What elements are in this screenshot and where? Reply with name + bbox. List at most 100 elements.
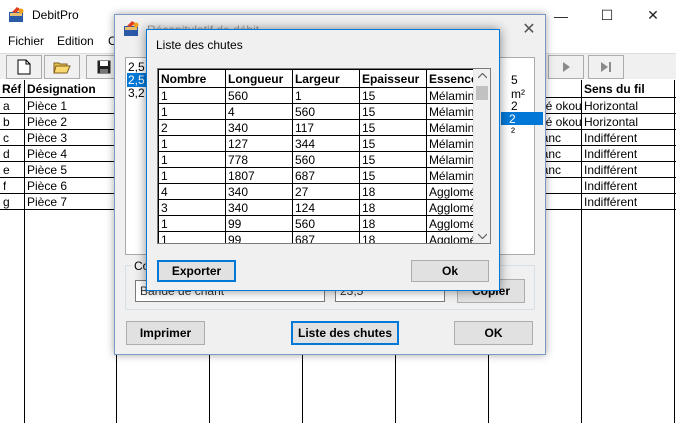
table-row[interactable]: 2 340 117 15 Mélaminé bbox=[158, 119, 490, 136]
table-cell: 1 bbox=[291, 87, 360, 104]
grid-cell-designation[interactable]: Pièce 4 bbox=[27, 147, 67, 161]
table-row[interactable]: 1 127 344 15 Mélaminé bbox=[158, 135, 490, 152]
table-cell: 124 bbox=[291, 199, 360, 216]
table-cell: 15 bbox=[358, 103, 427, 120]
table-cell: 2 bbox=[158, 119, 226, 136]
scroll-up-icon[interactable] bbox=[478, 73, 487, 79]
grid-cell-sens[interactable]: Indifférent bbox=[584, 195, 637, 209]
grid-divider bbox=[209, 355, 210, 423]
table-row[interactable]: 1 560 1 15 Mélaminé bbox=[158, 87, 490, 104]
table-cell: 27 bbox=[291, 183, 360, 200]
menu-fichier[interactable]: Fichier bbox=[8, 34, 44, 48]
grid-cell-sens[interactable]: Indifférent bbox=[584, 147, 637, 161]
grid-cell-designation[interactable]: Pièce 6 bbox=[27, 179, 67, 193]
grid-divider bbox=[581, 80, 582, 423]
grid-cell-ref[interactable]: d bbox=[3, 147, 10, 161]
maximize-button[interactable]: ☐ bbox=[584, 0, 630, 31]
table-cell: 18 bbox=[358, 183, 427, 200]
recap-fragment-selected: 2 bbox=[501, 112, 543, 126]
header-ref: Réf bbox=[2, 82, 22, 96]
table-cell: 18 bbox=[358, 199, 427, 216]
table-cell: 15 bbox=[358, 167, 427, 184]
table-cell: 1807 bbox=[224, 167, 293, 184]
grid-cell-designation[interactable]: Pièce 5 bbox=[27, 163, 67, 177]
grid-cell-sens[interactable]: Horizontal bbox=[584, 99, 638, 113]
scroll-down-icon[interactable] bbox=[478, 233, 487, 239]
header-sens-du-fil: Sens du fil bbox=[584, 82, 645, 96]
menu-edition[interactable]: Edition bbox=[57, 34, 94, 48]
chutes-ok-button[interactable]: Ok bbox=[411, 260, 489, 282]
table-row[interactable]: 1 778 560 15 Mélaminé bbox=[158, 151, 490, 168]
app-title: DebitPro bbox=[32, 8, 79, 22]
column-header[interactable]: Nombre bbox=[158, 69, 226, 88]
grid-cell-ref[interactable]: e bbox=[3, 163, 10, 177]
table-cell: 1 bbox=[158, 103, 226, 120]
table-row[interactable]: 4 340 27 18 Aggloméré bbox=[158, 183, 490, 200]
table-row[interactable]: 1 1807 687 15 Mélaminé bbox=[158, 167, 490, 184]
table-cell: 560 bbox=[224, 87, 293, 104]
vertical-scrollbar[interactable] bbox=[473, 69, 490, 243]
grid-cell-designation[interactable]: Pièce 7 bbox=[27, 195, 67, 209]
open-folder-icon bbox=[53, 62, 71, 74]
chutes-list-button[interactable]: Liste des chutes bbox=[291, 321, 399, 345]
grid-cell-sens[interactable]: Indifférent bbox=[584, 163, 637, 177]
chutes-table: Nombre Longueur Largeur Epaisseur Essence 15… bbox=[158, 69, 490, 243]
table-cell: 560 bbox=[291, 103, 360, 120]
table-cell: 15 bbox=[358, 87, 427, 104]
table-cell: 340 bbox=[224, 183, 293, 200]
table-row[interactable]: 3 340 124 18 Aggloméré bbox=[158, 199, 490, 216]
debitpro-app: DebitPro — ☐ ✕ Fichier Edition C Réf Dés… bbox=[0, 0, 676, 423]
header-designation: Désignation bbox=[27, 82, 96, 96]
table-cell: 1 bbox=[158, 151, 226, 168]
print-button[interactable]: Imprimer bbox=[126, 321, 205, 345]
last-button[interactable] bbox=[588, 55, 624, 79]
table-cell: 344 bbox=[291, 135, 360, 152]
grid-divider bbox=[302, 355, 303, 423]
grid-divider bbox=[395, 355, 396, 423]
minimize-icon: — bbox=[554, 7, 568, 24]
grid-cell-designation[interactable]: Pièce 3 bbox=[27, 131, 67, 145]
close-icon: ✕ bbox=[647, 7, 659, 23]
table-row[interactable]: 1 99 687 18 Aggloméré bbox=[158, 231, 490, 243]
grid-cell-ref[interactable]: a bbox=[3, 99, 10, 113]
grid-cell-designation[interactable]: Pièce 2 bbox=[27, 115, 67, 129]
export-button[interactable]: Exporter bbox=[157, 260, 236, 282]
table-cell: 560 bbox=[291, 151, 360, 168]
close-button[interactable]: ✕ bbox=[630, 0, 676, 31]
open-button[interactable] bbox=[44, 55, 80, 79]
table-cell: 340 bbox=[224, 119, 293, 136]
grid-cell-sens[interactable]: Indifférent bbox=[584, 179, 637, 193]
recap-ok-button[interactable]: OK bbox=[454, 321, 533, 345]
grid-cell-sens[interactable]: Indifférent bbox=[584, 131, 637, 145]
recap-list-item-selected[interactable]: 2,5 bbox=[127, 73, 146, 87]
recap-close-button[interactable]: ✕ bbox=[517, 19, 541, 39]
recap-list-item[interactable]: 2,5 bbox=[128, 60, 145, 74]
table-cell: 15 bbox=[358, 135, 427, 152]
table-cell: 4 bbox=[158, 183, 226, 200]
dialog-app-icon bbox=[124, 21, 139, 36]
column-header[interactable]: Largeur bbox=[291, 69, 360, 88]
new-file-icon bbox=[17, 59, 31, 75]
maximize-icon: ☐ bbox=[600, 7, 614, 23]
grid-cell-sens[interactable]: Horizontal bbox=[584, 115, 638, 129]
table-row[interactable]: 1 4 560 15 Mélaminé bbox=[158, 103, 490, 120]
column-header[interactable]: Epaisseur bbox=[358, 69, 427, 88]
grid-cell-ref[interactable]: g bbox=[3, 195, 10, 209]
grid-cell-ref[interactable]: f bbox=[3, 179, 6, 193]
grid-cell-ref[interactable]: c bbox=[3, 131, 9, 145]
column-header[interactable]: Longueur bbox=[224, 69, 293, 88]
grid-cell-ref[interactable]: b bbox=[3, 115, 10, 129]
next-button[interactable] bbox=[548, 55, 584, 79]
new-button[interactable] bbox=[6, 55, 42, 79]
table-cell: 1 bbox=[158, 231, 226, 243]
chutes-list[interactable]: Nombre Longueur Largeur Epaisseur Essence 15… bbox=[157, 68, 491, 244]
recap-list-item[interactable]: 3,2 bbox=[128, 86, 145, 100]
table-row[interactable]: 1 99 560 18 Aggloméré bbox=[158, 215, 490, 232]
grid-divider bbox=[674, 80, 675, 423]
table-cell: 127 bbox=[224, 135, 293, 152]
grid-divider bbox=[488, 355, 489, 423]
grid-cell-designation[interactable]: Pièce 1 bbox=[27, 99, 67, 113]
scroll-thumb[interactable] bbox=[476, 86, 488, 100]
table-cell: 3 bbox=[158, 199, 226, 216]
table-cell: 1 bbox=[158, 167, 226, 184]
